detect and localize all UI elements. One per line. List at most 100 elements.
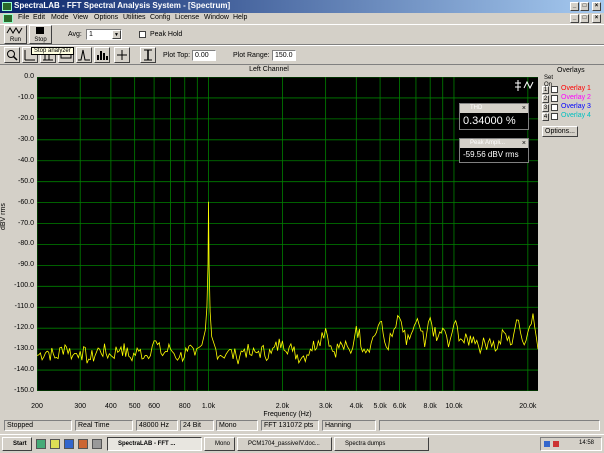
overlay-checkbox[interactable] <box>551 104 558 111</box>
maximize-button[interactable]: □ <box>580 2 589 11</box>
task-spectralab[interactable]: SpectraLAB - FFT ... <box>107 437 202 451</box>
title-bar: SpectraLAB - FFT Spectral Analysis Syste… <box>0 0 604 13</box>
status-mode: Real Time <box>75 420 133 431</box>
menu-utilities[interactable]: Utilities <box>123 14 146 21</box>
quicklaunch-icon[interactable] <box>92 439 102 449</box>
overlay-checkbox[interactable] <box>551 113 558 120</box>
overlay-label: Overlay 2 <box>561 94 591 101</box>
plot-top-label: Plot Top: <box>163 52 191 59</box>
app-icon <box>2 2 12 11</box>
x-tick-label: 4.0k <box>349 403 363 410</box>
status-blank <box>379 420 600 431</box>
menu-file[interactable]: File <box>18 14 29 21</box>
overlays-panel: Overlays Set On 1 Overlay 1 2 Overlay 2 3 Ove… <box>540 67 604 137</box>
ice-icon <box>117 50 127 60</box>
spectrum-trace <box>36 201 539 365</box>
tray-icon[interactable] <box>553 441 559 447</box>
peak-hold-checkbox[interactable] <box>139 31 146 38</box>
y-tick-label: -100.0 <box>14 282 34 290</box>
y-tick-label: -50.0 <box>18 177 34 185</box>
x-tick-label: 6.0k <box>392 403 407 410</box>
task-word-doc[interactable]: PCM1704_passiveIV.doc... <box>237 437 332 451</box>
y-tick-label: -60.0 <box>18 198 34 206</box>
overlay-checkbox[interactable] <box>551 95 558 102</box>
y-tick-label: 0.0 <box>24 73 34 80</box>
tooltip: Stop analyzer <box>31 47 74 55</box>
system-tray: 14:58 <box>540 437 602 451</box>
thd-panel[interactable]: THD × 0.34000 % <box>459 103 529 130</box>
overlay-set-button[interactable]: 1 <box>542 86 549 94</box>
line-graph-icon <box>78 49 90 61</box>
cursor-marker-icon <box>144 49 152 61</box>
doc-close-button[interactable]: × <box>592 14 601 23</box>
plot-range-label: Plot Range: <box>233 52 270 59</box>
quicklaunch-icon[interactable] <box>50 439 60 449</box>
status-bar: Stopped Real Time 48000 Hz 24 Bit Mono F… <box>0 420 604 432</box>
menu-view[interactable]: View <box>73 14 88 21</box>
run-button[interactable]: Run <box>4 25 27 44</box>
bar-graph-icon <box>97 51 108 60</box>
cursor-mode-icon[interactable] <box>514 79 536 93</box>
avg-select[interactable]: 1 ▼ <box>86 29 122 40</box>
x-tick-label: 600 <box>148 403 160 410</box>
main-toolbar: Run Stop Avg: 1 ▼ Peak Hold <box>0 24 604 45</box>
overlay-options-button[interactable]: Options... <box>542 126 578 137</box>
thd-panel-header: THD × <box>460 104 528 113</box>
close-icon[interactable]: × <box>522 139 526 148</box>
menu-options[interactable]: Options <box>94 14 118 21</box>
x-tick-label: 300 <box>74 403 87 410</box>
x-tick-label: 800 <box>178 403 191 410</box>
peak-amplitude-panel[interactable]: Peak Ampli... × -59.56 dBV rms <box>459 138 529 163</box>
minimize-button[interactable]: _ <box>570 2 579 11</box>
menu-help[interactable]: Help <box>233 14 247 21</box>
quicklaunch-icon[interactable] <box>36 439 46 449</box>
run-icon <box>6 27 23 34</box>
run-label: Run <box>9 37 21 43</box>
menu-window[interactable]: Window <box>204 14 229 21</box>
y-tick-label: -20.0 <box>18 114 34 122</box>
menu-edit[interactable]: Edit <box>33 14 45 21</box>
close-button[interactable]: × <box>592 2 601 11</box>
overlay-set-button[interactable]: 3 <box>542 104 549 112</box>
bar-view-button[interactable] <box>94 47 110 63</box>
clock: 14:58 <box>579 440 595 446</box>
zoom-button[interactable] <box>4 47 20 63</box>
menu-config[interactable]: Config <box>150 14 170 21</box>
doc-minimize-button[interactable]: _ <box>570 14 579 23</box>
freeze-button[interactable] <box>114 47 130 63</box>
stop-button[interactable]: Stop <box>29 25 52 44</box>
y-tick-label: -90.0 <box>18 261 34 269</box>
quicklaunch-icon[interactable] <box>78 439 88 449</box>
tray-icon[interactable] <box>544 441 550 447</box>
quicklaunch-icon[interactable] <box>64 439 74 449</box>
status-bits: 24 Bit <box>180 420 214 431</box>
plot-range-input[interactable]: 150.0 <box>272 50 296 61</box>
chevron-down-icon[interactable]: ▼ <box>112 30 121 39</box>
y-tick-label: -80.0 <box>18 240 34 248</box>
stop-icon <box>36 27 44 34</box>
overlay-label: Overlay 4 <box>561 112 591 119</box>
menu-mode[interactable]: Mode <box>51 14 69 21</box>
window-title: SpectraLAB - FFT Spectral Analysis Syste… <box>14 1 231 10</box>
x-tick-label: 8.0k <box>423 403 437 410</box>
line-view-button[interactable] <box>76 47 92 63</box>
overlay-set-button[interactable]: 4 <box>542 113 549 121</box>
y-tick-label: -40.0 <box>18 156 34 164</box>
peak-panel-header: Peak Ampli... × <box>460 139 528 148</box>
menu-license[interactable]: License <box>175 14 199 21</box>
task-mono[interactable]: Mono <box>204 437 235 451</box>
start-button[interactable]: Start <box>2 437 32 451</box>
x-tick-label: 2.0k <box>275 403 290 410</box>
x-tick-label: 1.0k <box>201 403 216 410</box>
marker-button[interactable] <box>140 47 156 63</box>
doc-maximize-button[interactable]: □ <box>580 14 589 23</box>
task-spectra-dumps[interactable]: Spectra dumps <box>334 437 429 451</box>
plot-top-input[interactable]: 0.00 <box>192 50 216 61</box>
close-icon[interactable]: × <box>522 104 526 113</box>
thd-value: 0.34000 % <box>463 115 516 127</box>
overlay-label: Overlay 3 <box>561 103 591 110</box>
magnifier-icon <box>7 50 18 61</box>
overlay-set-button[interactable]: 2 <box>542 95 549 103</box>
y-tick-label: -10.0 <box>18 93 34 101</box>
overlay-checkbox[interactable] <box>551 86 558 93</box>
